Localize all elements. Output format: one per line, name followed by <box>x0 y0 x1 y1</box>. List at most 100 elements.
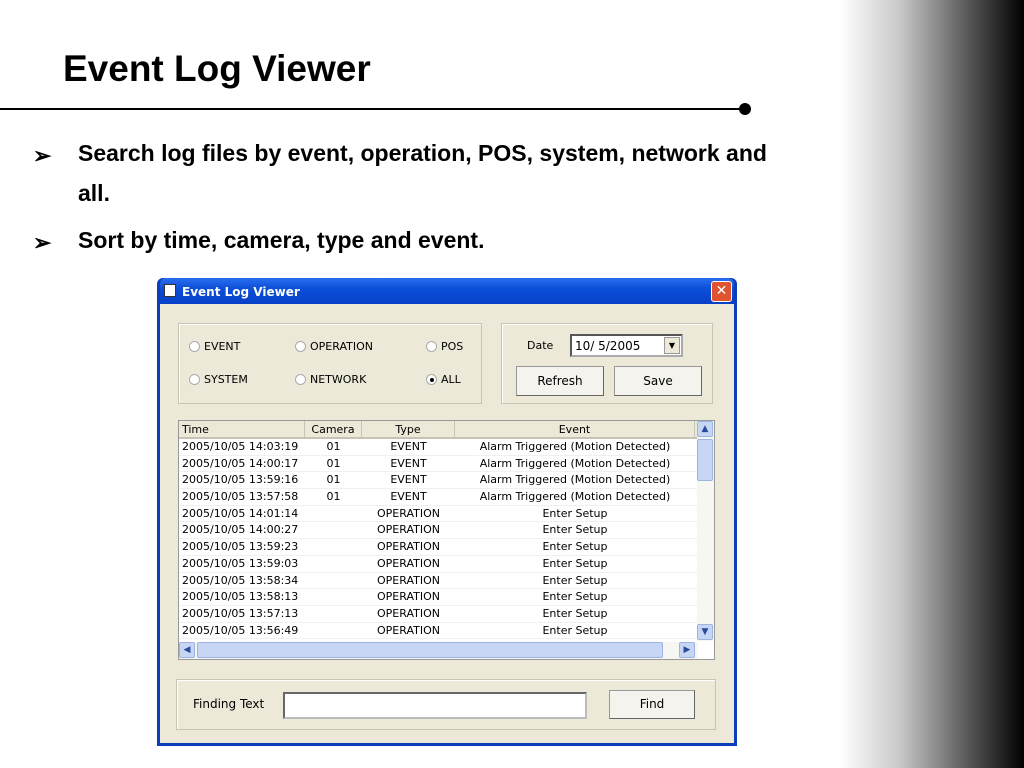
finding-text-input[interactable] <box>283 692 587 719</box>
cell-event: Enter Setup <box>542 623 608 637</box>
table-row[interactable]: 2005/10/05 13:58:13 OPERATION Enter Setup <box>179 589 698 606</box>
title-bar: Event Log Viewer ✕ <box>160 278 734 304</box>
cell-time: 2005/10/05 14:01:14 <box>182 506 299 520</box>
scroll-right-icon[interactable]: ▶ <box>679 642 695 658</box>
cell-camera <box>305 539 362 555</box>
scroll-thumb[interactable] <box>697 439 713 481</box>
cell-time: 2005/10/05 14:00:17 <box>182 456 299 470</box>
table-row[interactable]: 2005/10/05 13:58:34 OPERATION Enter Setup <box>179 573 698 590</box>
bullet-text: Sort by time, camera, type and event. <box>78 227 485 253</box>
radio-circle[interactable] <box>189 374 200 385</box>
table-row[interactable]: 2005/10/05 13:56:49 OPERATION Enter Setup <box>179 623 698 640</box>
cell-time: 2005/10/05 13:58:13 <box>182 590 299 604</box>
refresh-button[interactable]: Refresh <box>516 366 604 396</box>
bullet-arrow-icon: ➢ <box>33 143 52 168</box>
save-button[interactable]: Save <box>614 366 702 396</box>
window-title: Event Log Viewer <box>182 285 300 299</box>
cell-camera <box>305 589 362 605</box>
table-row[interactable]: 2005/10/05 14:01:14 OPERATION Enter Setup <box>179 506 698 523</box>
cell-time: 2005/10/05 13:59:16 <box>182 473 299 487</box>
radio-circle[interactable] <box>295 374 306 385</box>
cell-camera <box>305 522 362 538</box>
cell-event: Enter Setup <box>542 540 608 554</box>
cell-camera <box>305 556 362 572</box>
cell-camera: 01 <box>326 440 341 453</box>
cell-type: OPERATION <box>377 506 440 520</box>
cell-time: 2005/10/05 13:59:23 <box>182 540 299 554</box>
cell-time: 2005/10/05 14:03:19 <box>182 440 299 453</box>
cell-camera: 01 <box>326 456 341 470</box>
radio-event[interactable]: EVENT <box>189 340 240 353</box>
cell-time: 2005/10/05 13:58:34 <box>182 573 299 587</box>
date-picker[interactable]: 10/ 5/2005 ▼ <box>570 334 683 357</box>
date-group: Date 10/ 5/2005 ▼ Refresh Save <box>501 323 713 404</box>
header-type[interactable]: Type <box>362 421 455 437</box>
close-button[interactable]: ✕ <box>711 281 732 302</box>
bullet-text: Search log files by event, operation, PO… <box>78 140 767 206</box>
cell-event: Enter Setup <box>542 606 608 620</box>
table-row[interactable]: 2005/10/05 14:03:19 01 EVENT Alarm Triggere… <box>179 439 698 456</box>
header-event[interactable]: Event <box>455 421 695 437</box>
table-row[interactable]: 2005/10/05 13:57:58 01 EVENT Alarm Triggere… <box>179 489 698 506</box>
date-label: Date <box>527 339 554 352</box>
scroll-up-icon[interactable]: ▲ <box>697 421 713 437</box>
cell-camera: 01 <box>326 473 341 487</box>
finding-text-label: Finding Text <box>193 697 265 711</box>
rule-dot <box>739 103 751 115</box>
hscroll-thumb[interactable] <box>197 642 663 658</box>
radio-label: ALL <box>441 373 461 386</box>
bullet-arrow-icon: ➢ <box>33 230 52 255</box>
cell-time: 2005/10/05 13:59:03 <box>182 556 299 570</box>
table-row[interactable]: 2005/10/05 13:59:03 OPERATION Enter Setup <box>179 556 698 573</box>
scroll-down-icon[interactable]: ▼ <box>697 624 713 640</box>
find-group: Finding Text Find <box>176 679 716 730</box>
radio-circle[interactable] <box>295 341 306 352</box>
cell-type: OPERATION <box>377 540 440 554</box>
radio-circle[interactable] <box>189 341 200 352</box>
radio-pos[interactable]: POS <box>426 340 463 353</box>
event-table: Time Camera Type Event 2005/10/05 14:03:… <box>178 420 715 660</box>
radio-circle[interactable] <box>426 374 437 385</box>
cell-type: EVENT <box>390 490 427 504</box>
header-camera[interactable]: Camera <box>305 421 362 437</box>
cell-type: EVENT <box>390 456 427 470</box>
table-header: Time Camera Type Event <box>179 421 714 439</box>
radio-network[interactable]: NETWORK <box>295 373 366 386</box>
radio-label: EVENT <box>204 340 241 353</box>
cell-event: Alarm Triggered (Motion Detected) <box>479 456 671 470</box>
find-button[interactable]: Find <box>609 690 695 719</box>
cell-type: OPERATION <box>377 590 440 604</box>
table-row[interactable]: 2005/10/05 13:59:16 01 EVENT Alarm Triggere… <box>179 472 698 490</box>
table-row[interactable]: 2005/10/05 13:59:23 OPERATION Enter Setup <box>179 539 698 556</box>
radio-label: NETWORK <box>310 373 367 386</box>
radio-operation[interactable]: OPERATION <box>295 340 373 353</box>
cell-event: Enter Setup <box>542 573 608 587</box>
radio-label: POS <box>441 340 464 353</box>
radio-system[interactable]: SYSTEM <box>189 373 248 386</box>
table-row[interactable]: 2005/10/05 14:00:27 OPERATION Enter Setup <box>179 522 698 540</box>
table-row[interactable]: 2005/10/05 14:00:17 01 EVENT Alarm Triggere… <box>179 456 698 473</box>
cell-type: OPERATION <box>377 606 440 620</box>
cell-type: OPERATION <box>377 573 440 587</box>
cell-camera <box>305 506 362 522</box>
cell-time: 2005/10/05 13:56:49 <box>182 623 299 637</box>
radio-label: OPERATION <box>310 340 373 353</box>
cell-time: 2005/10/05 14:00:27 <box>182 523 299 537</box>
radio-circle[interactable] <box>426 341 437 352</box>
cell-type: OPERATION <box>377 523 440 537</box>
cell-event: Alarm Triggered (Motion Detected) <box>479 473 671 487</box>
radio-label: SYSTEM <box>204 373 248 386</box>
radio-all[interactable]: ALL <box>426 373 461 386</box>
chevron-down-icon[interactable]: ▼ <box>664 337 680 354</box>
header-time[interactable]: Time <box>179 421 305 437</box>
cell-camera <box>305 623 362 639</box>
cell-event: Enter Setup <box>542 523 608 537</box>
horizontal-scrollbar[interactable]: ◀ ▶ <box>179 642 698 659</box>
cell-event: Enter Setup <box>542 590 608 604</box>
table-row[interactable]: 2005/10/05 13:57:13 OPERATION Enter Setup <box>179 606 698 623</box>
app-icon <box>164 284 176 297</box>
cell-type: EVENT <box>390 473 427 487</box>
scroll-left-icon[interactable]: ◀ <box>179 642 195 658</box>
cell-camera <box>305 606 362 622</box>
vertical-scrollbar[interactable]: ▲ ▼ <box>697 421 714 641</box>
